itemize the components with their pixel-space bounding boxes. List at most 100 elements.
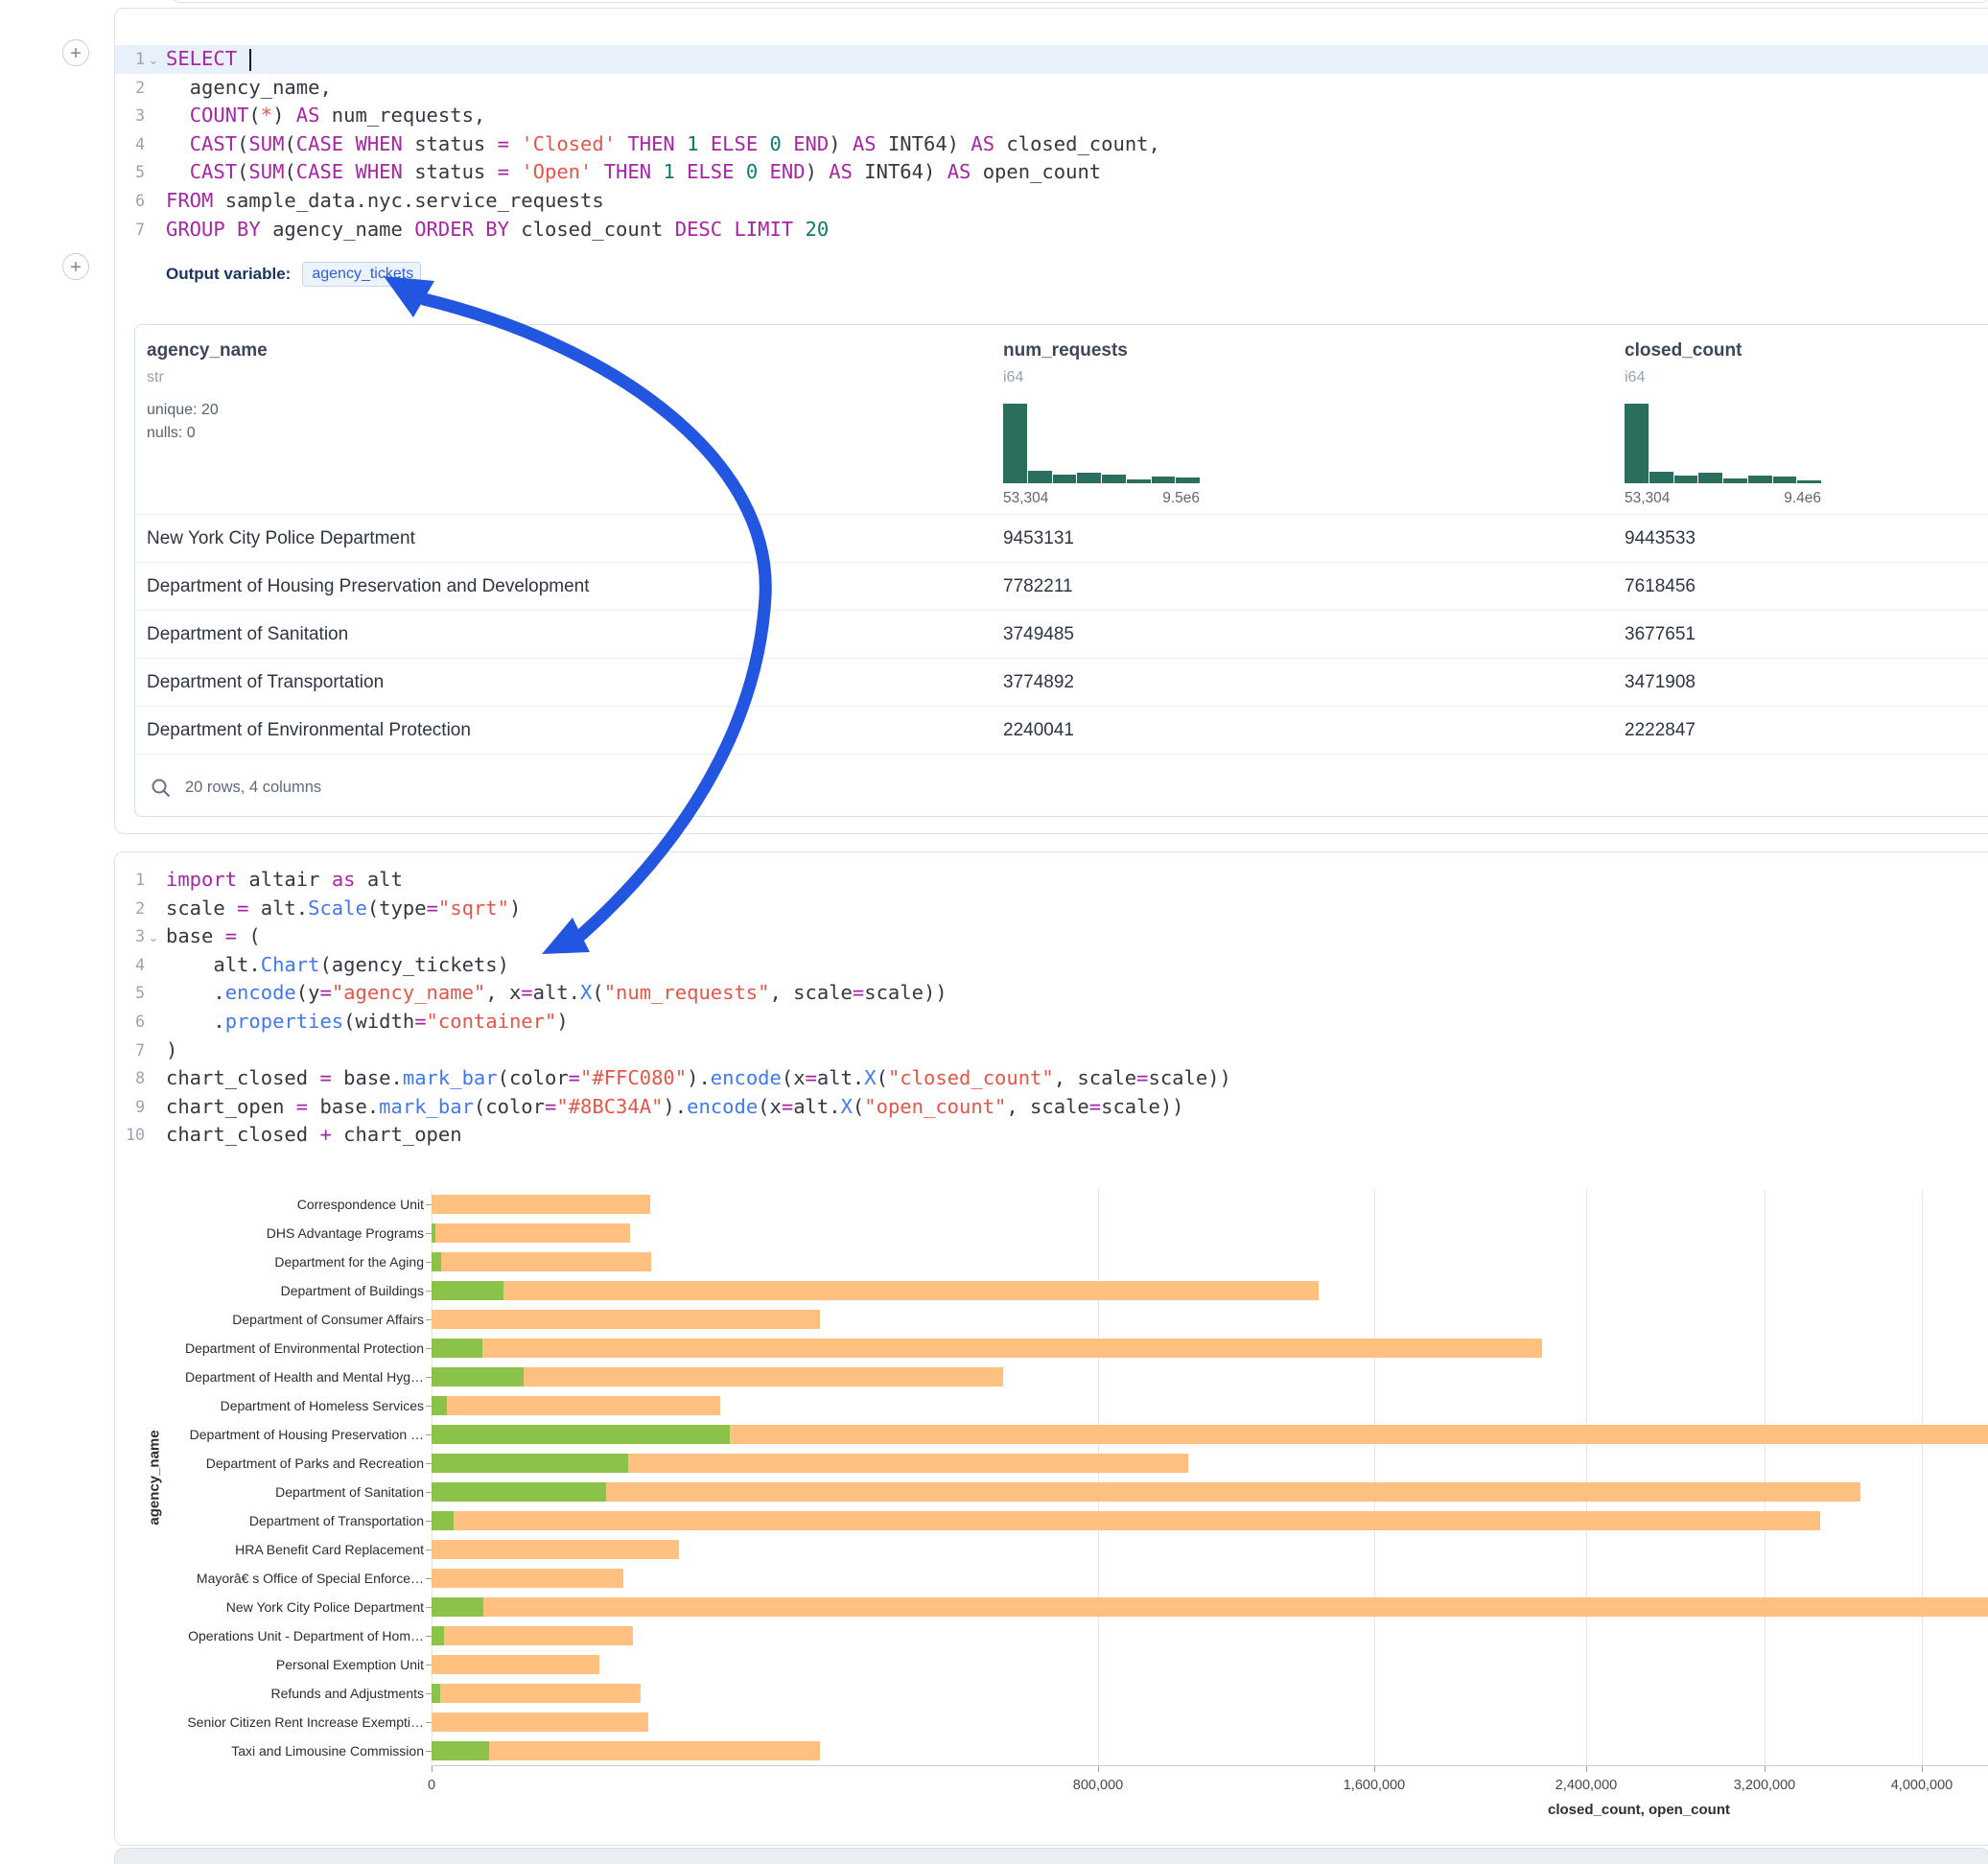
line-number: 3 <box>120 922 145 951</box>
code-token: base. <box>332 1066 403 1089</box>
add-cell-button-top[interactable]: + <box>62 39 89 66</box>
x-axis-tick-label: 800,000 <box>1073 1778 1123 1793</box>
histogram-closed-count <box>1625 402 1821 483</box>
table-header: agency_name str unique: 20 nulls: 0 num_… <box>135 325 1988 515</box>
code-token: = <box>319 1066 331 1089</box>
code-line[interactable]: 3 COUNT(*) AS num_requests, <box>115 102 1988 130</box>
code-token: (agency_tickets) <box>319 953 508 976</box>
code-line[interactable]: 10chart_closed + chart_open <box>115 1121 1988 1150</box>
open-count-bar <box>432 1425 730 1444</box>
chart-row <box>432 1305 1988 1334</box>
code-token: "sqrt" <box>438 897 509 920</box>
output-variable-chip[interactable]: agency_tickets <box>302 262 421 287</box>
code-line[interactable]: 2 agency_name, <box>115 74 1988 103</box>
code-line[interactable]: 2scale = alt.Scale(type="sqrt") <box>115 895 1988 923</box>
code-line[interactable]: 5 CAST(SUM(CASE WHEN status = 'Open' THE… <box>115 158 1988 187</box>
code-token: 0 <box>746 160 758 183</box>
fold-caret-icon[interactable]: ⌄ <box>145 923 162 952</box>
code-token <box>509 160 521 183</box>
code-line[interactable]: 6 .properties(width="container") <box>115 1008 1988 1037</box>
histogram-bin <box>1077 473 1101 483</box>
sql-editor[interactable]: 1⌄SELECT 2 agency_name,3 COUNT(*) AS num… <box>115 45 1988 244</box>
code-text: .encode(y="agency_name", x=alt.X("num_re… <box>166 981 947 1004</box>
text-cursor <box>249 49 251 71</box>
code-token: SUM <box>248 160 284 183</box>
code-token: 20 <box>806 218 830 241</box>
histogram-labels-closed-count: 53,304 9.4e6 <box>1625 490 1821 507</box>
cell-agency-name: New York City Police Department <box>147 528 1003 549</box>
column-type-num-requests: i64 <box>1003 369 1023 386</box>
column-title-closed-count: closed_count <box>1625 340 1742 361</box>
code-line[interactable]: 4 alt.Chart(agency_tickets) <box>115 951 1988 980</box>
cell-closed-count: 9443533 <box>1625 528 1988 549</box>
code-token: alt. <box>533 981 580 1004</box>
code-line[interactable]: 9chart_open = base.mark_bar(color="#8BC3… <box>115 1093 1988 1122</box>
code-token <box>758 132 769 155</box>
code-token: encode <box>711 1066 782 1089</box>
column-type-agency-name: str <box>147 369 164 386</box>
python-editor[interactable]: 1 import altair as alt 2scale = alt.Scale(… <box>115 866 1988 1150</box>
code-token <box>166 132 190 155</box>
code-token <box>675 160 687 183</box>
cell-closed-count: 7618456 <box>1625 576 1988 597</box>
histogram-bin <box>1674 476 1698 483</box>
histogram-bin <box>1797 480 1821 483</box>
column-title-num-requests: num_requests <box>1003 340 1128 361</box>
code-line[interactable]: 6FROM sample_data.nyc.service_requests <box>115 187 1988 216</box>
code-token: = <box>319 981 331 1004</box>
histogram-bin <box>1102 475 1126 483</box>
code-token: ( <box>592 981 603 1004</box>
code-token: Chart <box>261 953 320 976</box>
chart-row <box>432 1621 1988 1650</box>
closed-count-bar <box>432 1396 720 1415</box>
code-token: 1 <box>663 160 674 183</box>
code-line[interactable]: 7GROUP BY agency_name ORDER BY closed_co… <box>115 216 1988 245</box>
chart-x-axis-line <box>432 1765 1988 1766</box>
histogram-bin <box>1625 404 1649 483</box>
code-token: = <box>853 981 864 1004</box>
code-token: chart_open <box>332 1123 462 1146</box>
code-line[interactable]: 3⌄base = ( <box>115 922 1988 951</box>
code-line[interactable]: 1⌄SELECT <box>115 45 1988 74</box>
code-token: 0 <box>770 132 782 155</box>
code-token: CAST <box>190 160 237 183</box>
cell-agency-name: Department of Environmental Protection <box>147 720 1003 741</box>
code-token: SELECT <box>166 47 237 70</box>
code-text: SELECT <box>166 47 251 70</box>
python-cell: 1 import altair as alt 2scale = alt.Scale(… <box>114 851 1988 1846</box>
add-cell-button-middle[interactable]: + <box>62 253 89 280</box>
code-token: alt. <box>166 953 261 976</box>
code-token: altair <box>237 868 332 891</box>
open-count-bar <box>432 1281 503 1300</box>
histogram-bin <box>1698 473 1722 483</box>
line-number: 1 <box>120 866 145 895</box>
search-icon[interactable] <box>151 778 172 799</box>
code-text: COUNT(*) AS num_requests, <box>166 104 485 127</box>
code-line[interactable]: 4 CAST(SUM(CASE WHEN status = 'Closed' T… <box>115 130 1988 159</box>
code-token <box>793 218 805 241</box>
open-count-bar <box>432 1367 524 1386</box>
code-line[interactable]: 7) <box>115 1037 1988 1065</box>
cell-agency-name: Department of Transportation <box>147 672 1003 693</box>
column-type-closed-count: i64 <box>1625 369 1645 386</box>
next-cell-collapsed-edge[interactable] <box>114 1848 1988 1864</box>
x-axis-tick-label: 0 <box>428 1778 435 1793</box>
code-text: chart_closed = base.mark_bar(color="#FFC… <box>166 1066 1231 1089</box>
y-axis-tick <box>426 1492 432 1493</box>
cell-agency-name: Department of Sanitation <box>147 624 1003 645</box>
code-token <box>343 132 355 155</box>
results-table: agency_name str unique: 20 nulls: 0 num_… <box>134 324 1988 817</box>
code-text: scale = alt.Scale(type="sqrt") <box>166 897 521 920</box>
code-line[interactable]: 1 import altair as alt <box>115 866 1988 895</box>
code-line[interactable]: 8chart_closed = base.mark_bar(color="#FF… <box>115 1064 1988 1093</box>
code-token: "agency_name" <box>332 981 485 1004</box>
code-token: sample_data.nyc.service_requests <box>213 189 603 212</box>
closed-count-bar <box>432 1741 820 1760</box>
code-token: ) <box>806 160 830 183</box>
bar-chart: agency_name closed_count, open_count 080… <box>115 1190 1988 1823</box>
code-text: import altair as alt <box>166 868 403 891</box>
fold-caret-icon[interactable]: ⌄ <box>145 46 162 75</box>
code-token: AS <box>296 104 320 127</box>
code-token: properties <box>225 1010 343 1033</box>
code-line[interactable]: 5 .encode(y="agency_name", x=alt.X("num_… <box>115 979 1988 1008</box>
